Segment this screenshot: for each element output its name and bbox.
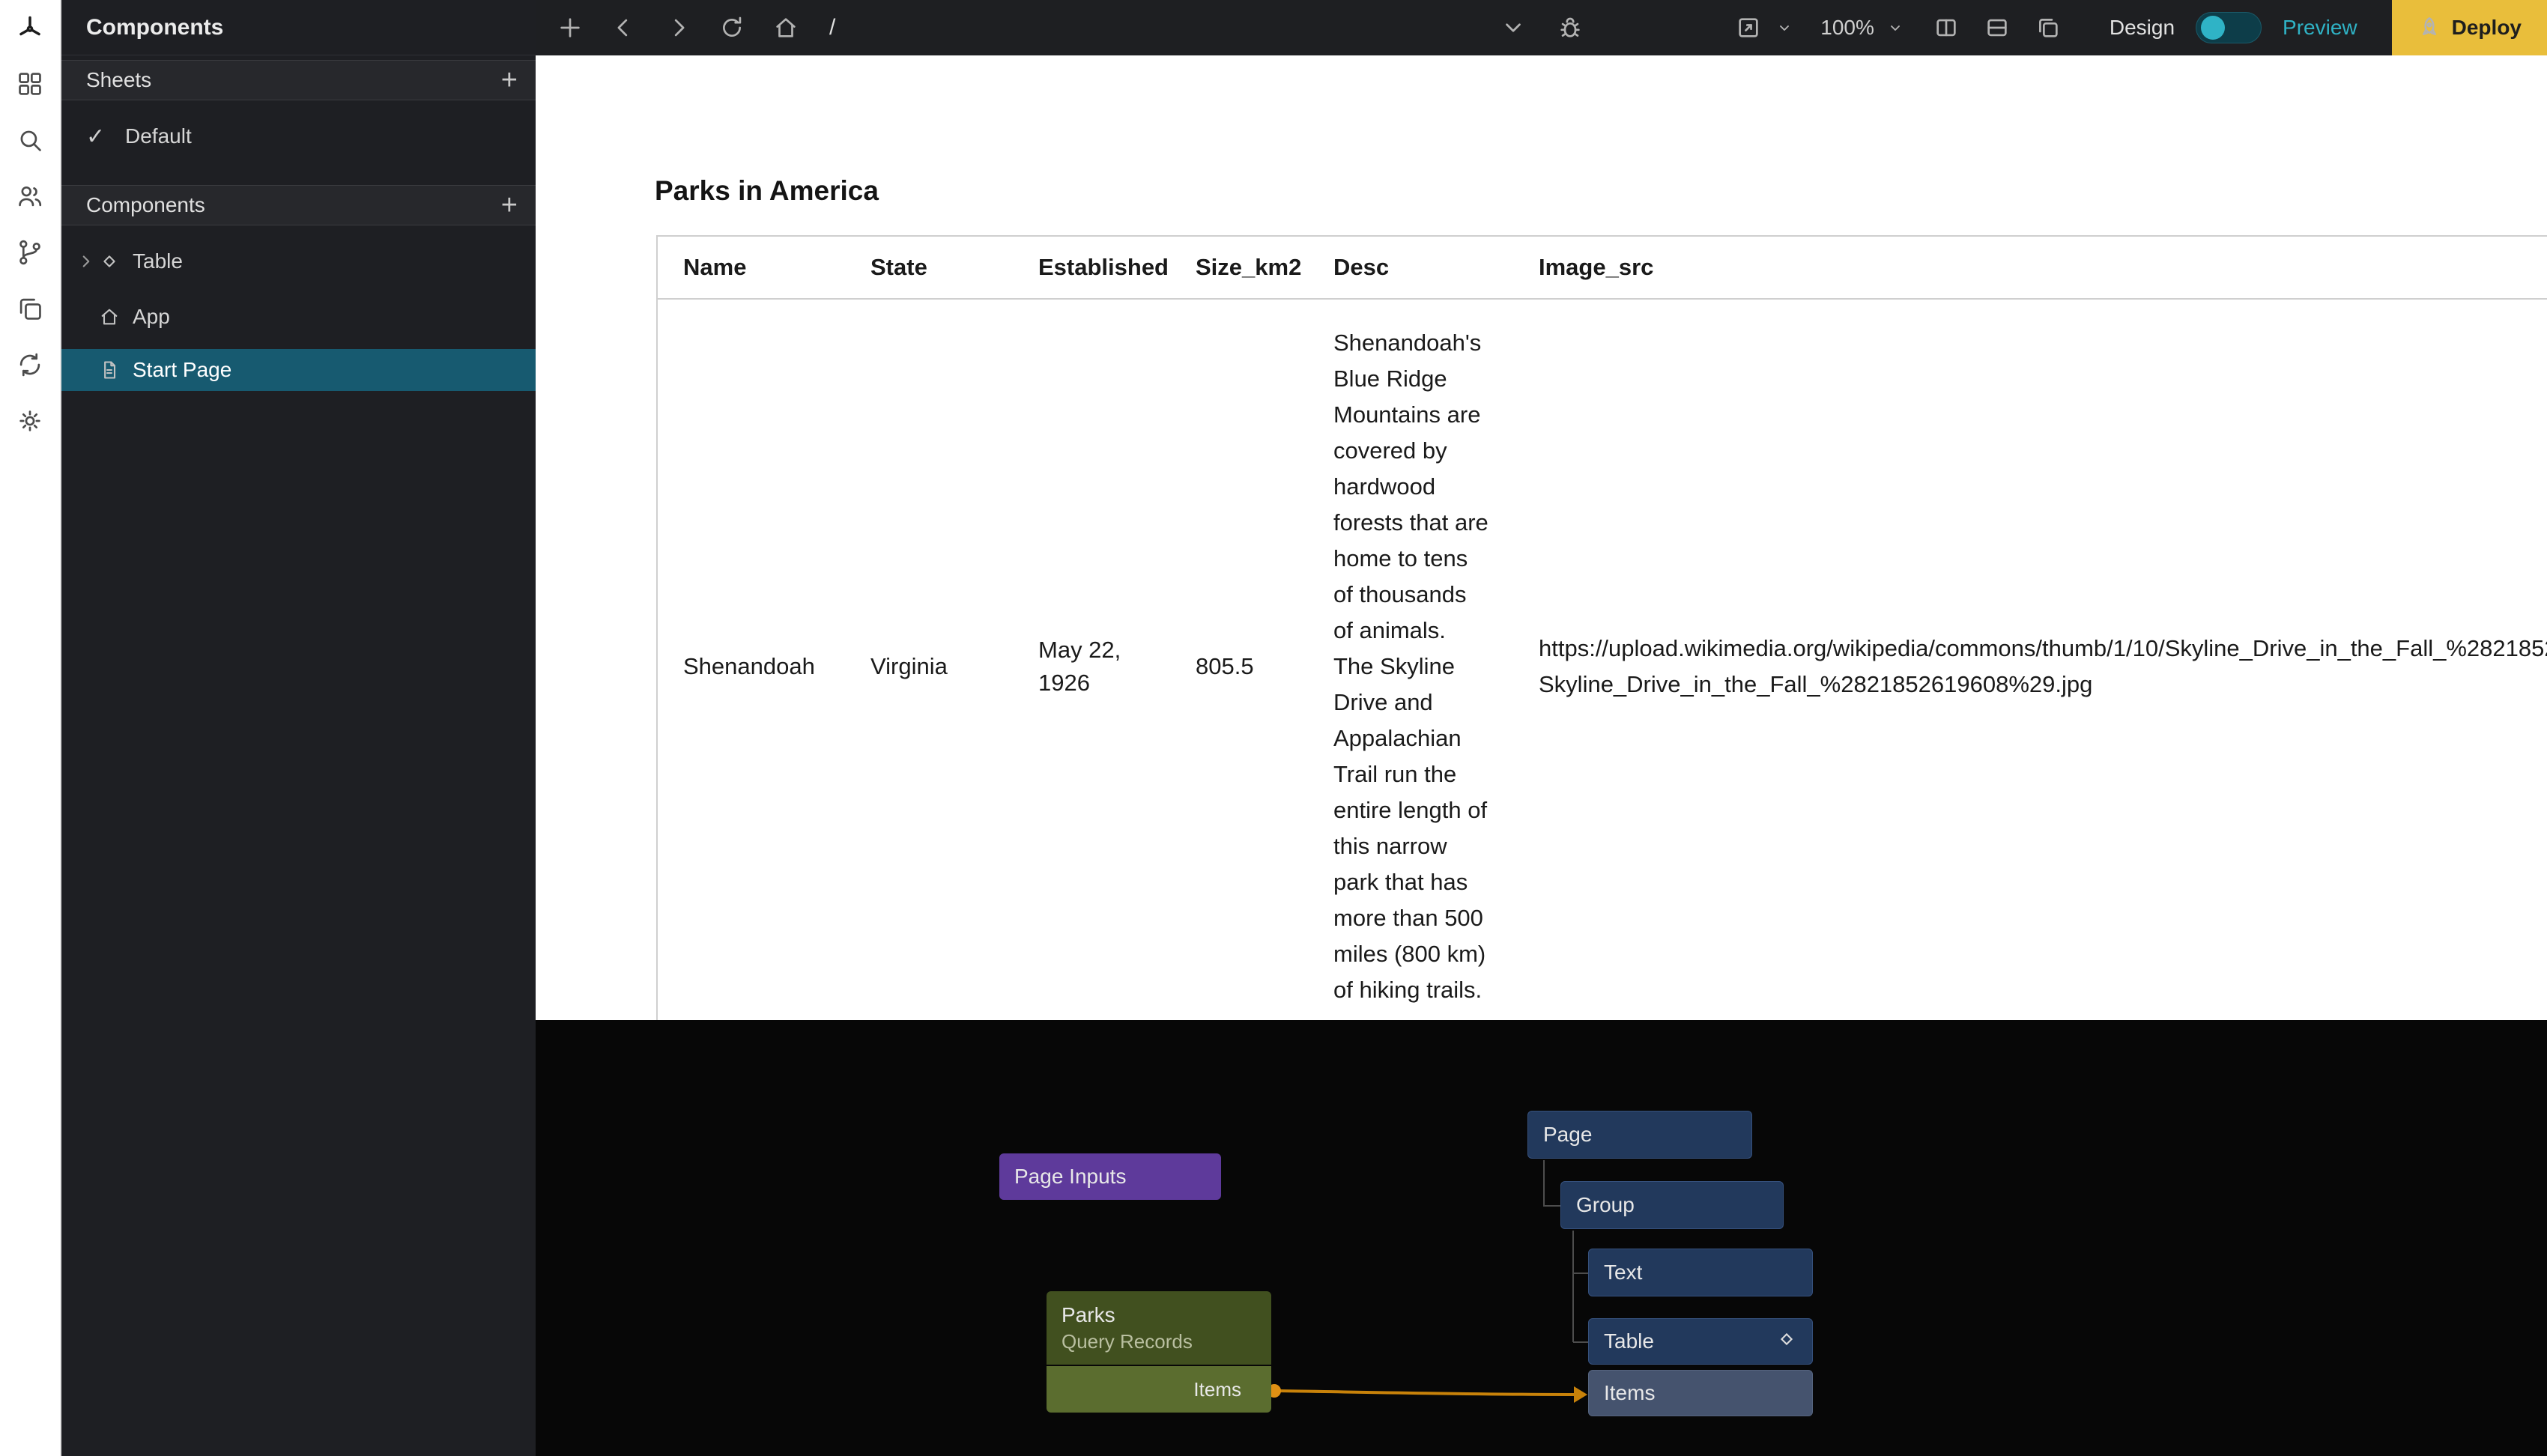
deploy-button[interactable]: Deploy — [2392, 0, 2547, 55]
graph-node-parks-query[interactable]: Parks Query Records — [1047, 1291, 1271, 1365]
grid-icon[interactable] — [14, 68, 46, 100]
fit-width-icon[interactable] — [1733, 13, 1763, 43]
search-icon[interactable] — [14, 124, 46, 156]
column-header-state[interactable]: State — [845, 254, 1013, 281]
app-canvas[interactable]: Parks in America Name State Established … — [536, 55, 2547, 1020]
column-header-established[interactable]: Established — [1013, 254, 1170, 281]
node-label: Items — [1604, 1381, 1655, 1405]
app-logo-icon[interactable] — [14, 12, 46, 43]
query-node-subtitle: Query Records — [1061, 1330, 1193, 1353]
debug-runs-button[interactable] — [1555, 13, 1585, 43]
node-label: Page — [1543, 1123, 1592, 1147]
node-label: Table — [1604, 1329, 1654, 1353]
add-component-button[interactable]: + — [501, 191, 518, 219]
preview-mode-label[interactable]: Preview — [2283, 16, 2357, 40]
query-node-title: Parks — [1061, 1303, 1115, 1327]
image-src-line-1: https://upload.wikimedia.org/wikipedia/c… — [1539, 631, 2547, 667]
rocket-icon — [2417, 16, 2441, 40]
runnables-graph-panel: Page Inputs Page Group Text Table Items … — [536, 1020, 2547, 1456]
refresh-button[interactable] — [717, 13, 747, 43]
node-label: Page Inputs — [1014, 1165, 1126, 1189]
back-button[interactable] — [609, 13, 639, 43]
cell-name: Shenandoah — [658, 653, 845, 680]
users-icon[interactable] — [14, 181, 46, 212]
node-label: Group — [1576, 1193, 1635, 1217]
node-label: Text — [1604, 1261, 1642, 1284]
sheet-item-default[interactable]: ✓ Default — [61, 117, 536, 156]
node-label: Items — [1193, 1378, 1241, 1401]
table-header-row: Name State Established Size_km2 Desc Ima… — [658, 235, 2547, 300]
table-row[interactable]: Shenandoah Virginia May 22, 1926 805.5 S… — [658, 300, 2547, 1020]
cell-size-km2: 805.5 — [1170, 653, 1308, 680]
toggle-knob — [2201, 16, 2225, 40]
column-header-size-km2[interactable]: Size_km2 — [1170, 254, 1308, 281]
diamond-icon — [1776, 1329, 1797, 1355]
sync-icon[interactable] — [14, 349, 46, 380]
component-item-table[interactable]: Table — [61, 242, 536, 281]
pane-rows-button[interactable] — [1982, 13, 2012, 43]
design-mode-label: Design — [2110, 16, 2175, 40]
components-panel: Components Sheets + ✓ Default Components… — [61, 0, 536, 1456]
data-connection-edge — [1279, 1391, 1574, 1395]
component-item-start-page[interactable]: Start Page — [61, 349, 536, 391]
home-button[interactable] — [771, 13, 801, 43]
component-item-app[interactable]: App — [61, 297, 536, 336]
column-header-desc[interactable]: Desc — [1308, 254, 1513, 281]
components-section-header: Components + — [61, 185, 536, 225]
sheet-item-label: Default — [125, 124, 192, 148]
sheets-section-header: Sheets + — [61, 60, 536, 100]
toolbar: / 100% — [536, 0, 2547, 55]
chevron-right-icon[interactable] — [76, 252, 99, 271]
component-item-label: Start Page — [133, 358, 231, 382]
git-branch-icon[interactable] — [14, 237, 46, 268]
table-component-icon — [99, 251, 121, 272]
cell-desc: Shenandoah's Blue Ridge Mountains are co… — [1308, 300, 1513, 1020]
zoom-value: 100% — [1820, 16, 1874, 40]
components-section-label: Components — [86, 193, 205, 217]
toolbar-add-button[interactable] — [555, 13, 585, 43]
image-src-line-2: Skyline_Drive_in_the_Fall_%2821852619608… — [1539, 667, 2547, 703]
graph-node-page-inputs[interactable]: Page Inputs — [999, 1153, 1221, 1200]
fit-width-control[interactable] — [1733, 13, 1799, 43]
component-item-label: App — [133, 305, 170, 329]
graph-node-group[interactable]: Group — [1560, 1181, 1784, 1229]
app-path: / — [829, 15, 835, 40]
check-icon: ✓ — [86, 124, 109, 150]
gear-icon[interactable] — [14, 405, 46, 437]
cell-image-src: https://upload.wikimedia.org/wikipedia/c… — [1513, 631, 2547, 703]
edge-arrowhead — [1574, 1386, 1587, 1403]
sheets-section-label: Sheets — [86, 68, 151, 92]
graph-node-table-items[interactable]: Items — [1588, 1370, 1813, 1416]
graph-node-table[interactable]: Table — [1588, 1318, 1813, 1365]
file-icon — [99, 360, 121, 380]
graph-edges — [536, 1020, 2547, 1456]
chevron-down-icon[interactable] — [1880, 13, 1910, 43]
canvas-text-component[interactable]: Parks in America — [655, 175, 879, 207]
add-sheet-button[interactable]: + — [501, 66, 518, 94]
pane-columns-button[interactable] — [1931, 13, 1961, 43]
graph-node-page[interactable]: Page — [1527, 1111, 1752, 1159]
sidebar-title: Components — [61, 0, 536, 55]
forward-button[interactable] — [663, 13, 693, 43]
design-preview-toggle[interactable] — [2196, 12, 2262, 43]
overlapping-panels-button[interactable] — [2033, 13, 2063, 43]
home-icon — [99, 306, 121, 327]
chevron-down-icon[interactable] — [1769, 13, 1799, 43]
zoom-control[interactable]: 100% — [1820, 13, 1910, 43]
cell-established: May 22, 1926 — [1013, 634, 1170, 700]
component-item-label: Table — [133, 249, 183, 273]
graph-node-text[interactable]: Text — [1588, 1249, 1813, 1296]
graph-node-parks-items-output[interactable]: Items — [1047, 1366, 1271, 1413]
icon-rail — [0, 0, 61, 1456]
column-header-name[interactable]: Name — [658, 254, 845, 281]
cell-state: Virginia — [845, 653, 1013, 680]
copy-icon[interactable] — [14, 293, 46, 324]
collapse-panel-button[interactable] — [1498, 13, 1528, 43]
table-component[interactable]: Name State Established Size_km2 Desc Ima… — [656, 235, 2547, 1020]
column-header-image-src[interactable]: Image_src — [1513, 254, 2547, 281]
deploy-label: Deploy — [2452, 16, 2522, 40]
